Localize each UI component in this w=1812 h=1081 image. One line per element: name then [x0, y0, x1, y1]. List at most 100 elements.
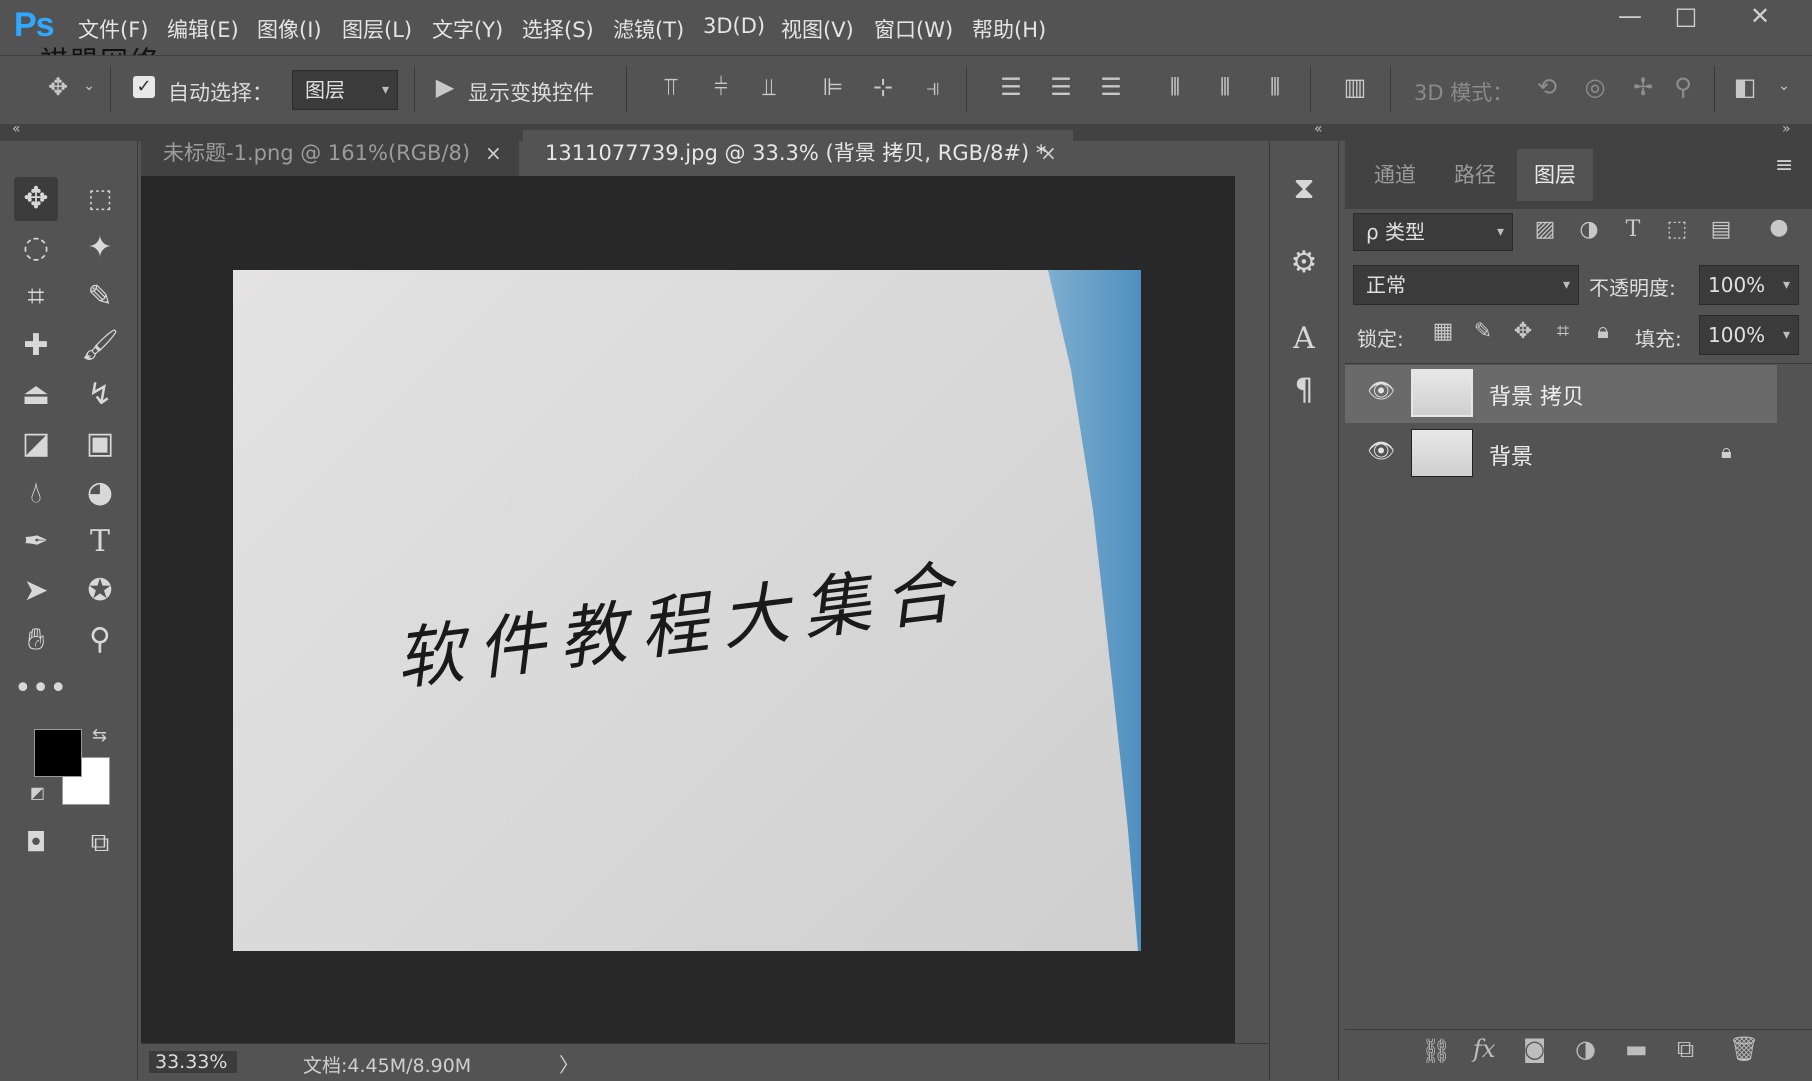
document-image[interactable]: 软件教程大集合 [233, 270, 1141, 951]
shape-filter-icon[interactable]: ⬚ [1663, 217, 1691, 242]
close-tab-icon[interactable]: × [485, 130, 502, 176]
lock-artboard-icon[interactable]: ⌗ [1549, 319, 1577, 344]
layer-row-background-copy[interactable]: 👁︎ 背景 拷贝 [1345, 365, 1777, 423]
align-top-icon[interactable]: ⫪ [656, 73, 686, 101]
pen-tool-icon[interactable]: ✒ [14, 520, 58, 564]
visibility-eye-icon[interactable]: 👁︎ [1367, 379, 1395, 404]
menu-layer[interactable]: 图层(L) [342, 14, 412, 44]
chevron-down-icon[interactable]: ⌄ [82, 78, 96, 94]
magic-wand-tool-icon[interactable]: ✦ [78, 226, 122, 270]
layer-row-background[interactable]: 👁︎ 背景 🔒︎ [1345, 425, 1777, 483]
move-tool-icon[interactable]: ✥ [14, 177, 58, 221]
add-mask-icon[interactable]: ◙ [1523, 1035, 1546, 1063]
auto-select-target-dropdown[interactable]: 图层 ▾ [292, 70, 398, 110]
marquee-tool-icon[interactable]: ⬚ [78, 177, 122, 221]
align-vertical-center-icon[interactable]: ⫩ [706, 73, 736, 101]
gradient-tool-icon[interactable]: ▣ [78, 422, 122, 466]
distribute-vcenter-icon[interactable]: ☰ [1046, 73, 1076, 101]
lock-transparency-icon[interactable]: ▦ [1429, 319, 1457, 344]
3d-rotate-icon[interactable]: ⟲ [1530, 73, 1564, 101]
swap-colors-icon[interactable]: ⇆ [92, 725, 107, 746]
brush-tool-icon[interactable]: 🖌︎ [78, 324, 122, 368]
tab-paths[interactable]: 路径 [1437, 149, 1513, 201]
distribute-hcenter-icon[interactable]: ⦀ [1210, 73, 1240, 101]
delete-layer-icon[interactable]: 🗑︎ [1729, 1035, 1759, 1063]
vertical-scrollbar[interactable] [1235, 176, 1269, 1043]
type-tool-icon[interactable]: T [78, 520, 122, 564]
lock-pixels-icon[interactable]: ✎ [1469, 319, 1497, 344]
menu-filter[interactable]: 滤镜(T) [613, 14, 684, 44]
workspace-icon[interactable]: ◧ [1728, 73, 1762, 101]
zoom-tool-icon[interactable]: ⚲ [78, 618, 122, 662]
adjustment-layer-icon[interactable]: ◑ [1575, 1035, 1596, 1063]
pixel-filter-icon[interactable]: ▨ [1531, 217, 1559, 242]
type-filter-icon[interactable]: T [1619, 217, 1647, 242]
layer-filter-dropdown[interactable]: ρ 类型 ▾ [1353, 213, 1513, 251]
adjustment-filter-icon[interactable]: ◑ [1575, 217, 1603, 242]
lock-position-icon[interactable]: ✥ [1509, 319, 1537, 344]
fill-input[interactable]: 100% ▾ [1699, 315, 1799, 355]
3d-slide-icon[interactable]: ⚲ [1666, 73, 1700, 101]
link-layers-icon[interactable]: ⛓ [1421, 1037, 1451, 1065]
distribute-top-icon[interactable]: ☰ [996, 73, 1026, 101]
new-layer-icon[interactable]: ⧉ [1677, 1035, 1694, 1063]
align-left-icon[interactable]: ⊫ [818, 73, 848, 101]
tab-channels[interactable]: 通道 [1357, 149, 1433, 201]
collapse-dock-icon[interactable]: « [1314, 121, 1323, 137]
minimize-button[interactable]: — [1604, 0, 1656, 34]
panel-menu-icon[interactable]: ≡ [1775, 153, 1793, 178]
menu-type[interactable]: 文字(Y) [432, 14, 503, 44]
lasso-tool-icon[interactable]: ◌ [14, 226, 58, 270]
tab-untitled[interactable]: 未标题-1.png @ 161%(RGB/8) × [141, 130, 519, 176]
menu-edit[interactable]: 编辑(E) [167, 14, 239, 44]
eraser-tool-icon[interactable]: ◪ [14, 422, 58, 466]
close-tab-icon[interactable]: × [1040, 130, 1057, 176]
visibility-eye-icon[interactable]: 👁︎ [1367, 439, 1395, 464]
maximize-button[interactable]: □ [1660, 0, 1712, 34]
paragraph-panel-icon[interactable]: ¶ [1270, 373, 1338, 408]
character-panel-icon[interactable]: A [1270, 321, 1338, 356]
distribute-right-icon[interactable]: ⦀ [1260, 73, 1290, 101]
move-tool-preset-icon[interactable]: ✥ [38, 73, 78, 101]
more-tools-icon[interactable]: ••• [14, 667, 67, 711]
blur-tool-icon[interactable]: 💧︎ [14, 471, 58, 515]
menu-select[interactable]: 选择(S) [522, 14, 594, 44]
close-window-button[interactable]: ✕ [1730, 0, 1790, 34]
auto-align-icon[interactable]: ▥ [1340, 73, 1370, 101]
collapse-left-icon[interactable]: « [12, 121, 21, 137]
align-bottom-icon[interactable]: ⫫ [754, 73, 784, 101]
hand-tool-icon[interactable]: ✋︎ [14, 618, 58, 662]
blend-mode-dropdown[interactable]: 正常 ▾ [1353, 265, 1579, 305]
eyedropper-tool-icon[interactable]: ✎ [78, 275, 122, 319]
chevron-down-icon[interactable]: ⌄ [1774, 78, 1794, 94]
path-selection-tool-icon[interactable]: ➤ [14, 569, 58, 613]
new-group-icon[interactable]: ▬ [1625, 1035, 1648, 1063]
quick-mask-icon[interactable]: ◘ [14, 821, 58, 865]
distribute-bottom-icon[interactable]: ☰ [1096, 73, 1126, 101]
properties-panel-icon[interactable]: ⚙ [1270, 245, 1338, 280]
custom-shape-tool-icon[interactable]: ✪ [78, 569, 122, 613]
menu-view[interactable]: 视图(V) [781, 14, 854, 44]
menu-image[interactable]: 图像(I) [257, 14, 322, 44]
clone-stamp-tool-icon[interactable]: ⏏ [14, 373, 58, 417]
screen-mode-icon[interactable]: ⧉ [78, 821, 122, 865]
show-transform-controls-label[interactable]: 显示变换控件 [468, 77, 594, 107]
zoom-level[interactable]: 33.33% [149, 1051, 237, 1073]
align-right-icon[interactable]: ⫣ [918, 73, 948, 101]
layer-effects-icon[interactable]: fx [1473, 1035, 1495, 1063]
align-horizontal-center-icon[interactable]: ⊹ [868, 73, 898, 101]
smart-object-filter-icon[interactable]: ▤ [1707, 217, 1735, 242]
history-panel-icon[interactable]: ⧗ [1270, 171, 1338, 206]
default-colors-icon[interactable]: ◩ [30, 783, 45, 802]
expand-right-icon[interactable]: » [1782, 121, 1791, 137]
menu-window[interactable]: 窗口(W) [874, 14, 953, 44]
crop-tool-icon[interactable]: ⌗ [14, 275, 58, 319]
history-brush-tool-icon[interactable]: ↯ [78, 373, 122, 417]
tab-layers[interactable]: 图层 [1517, 149, 1593, 201]
tab-active-document[interactable]: 1311077739.jpg @ 33.3% (背景 拷贝, RGB/8#) *… [523, 130, 1073, 176]
3d-roll-icon[interactable]: ◎ [1578, 73, 1612, 101]
lock-all-icon[interactable]: 🔒︎ [1589, 319, 1617, 344]
healing-brush-tool-icon[interactable]: ✚ [14, 324, 58, 368]
dodge-tool-icon[interactable]: ◕ [78, 471, 122, 515]
status-menu-arrow[interactable]: 〉 [559, 1049, 579, 1078]
